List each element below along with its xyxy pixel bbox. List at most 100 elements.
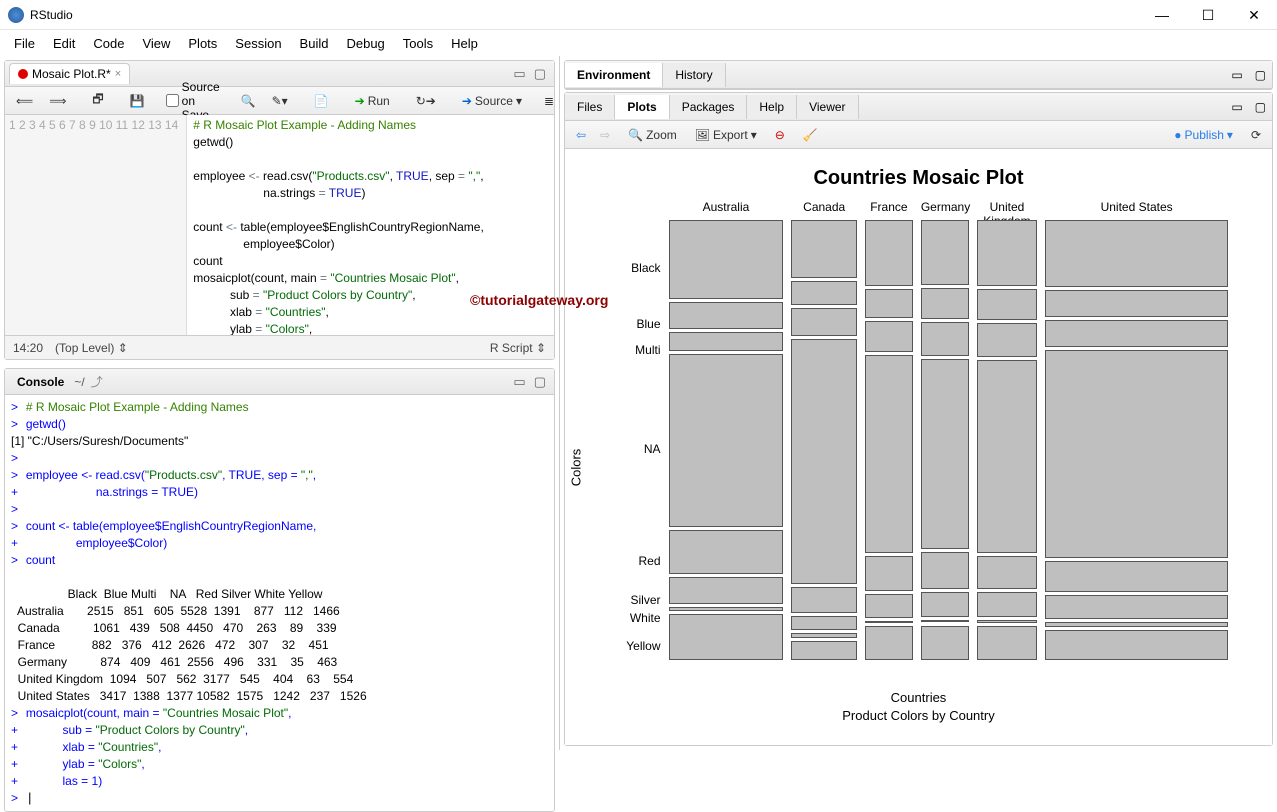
mosaic-cell <box>791 308 857 336</box>
menu-code[interactable]: Code <box>85 33 132 54</box>
environment-pane: EnvironmentHistory ▭ ▢ <box>564 60 1273 90</box>
outline-button[interactable]: ≣ <box>539 91 559 111</box>
mosaic-cell <box>669 614 784 660</box>
mosaic-cell <box>669 577 784 605</box>
console-popout-icon[interactable]: ⤴ <box>87 369 107 394</box>
mosaic-cell <box>865 594 913 617</box>
mosaic-cell <box>1045 220 1229 287</box>
menu-plots[interactable]: Plots <box>180 33 225 54</box>
mosaic-cell <box>921 359 969 549</box>
compile-report-button[interactable]: 📄 <box>309 91 334 111</box>
r-file-icon <box>18 69 28 79</box>
tab-history[interactable]: History <box>663 63 725 87</box>
mosaic-cell <box>977 626 1036 660</box>
mosaic-cell <box>977 556 1036 589</box>
mosaic-cell <box>669 530 784 574</box>
maximize-button[interactable]: ☐ <box>1185 0 1231 30</box>
minimize-button[interactable]: — <box>1139 0 1185 30</box>
tab-environment[interactable]: Environment <box>565 63 663 87</box>
close-tab-icon[interactable]: × <box>115 68 121 80</box>
tab-plots[interactable]: Plots <box>615 95 669 119</box>
run-button[interactable]: ➔Run <box>350 91 395 111</box>
mosaic-cell <box>865 321 913 352</box>
console-output[interactable]: > # R Mosaic Plot Example - Adding Names… <box>5 395 554 811</box>
mosaic-cell <box>977 592 1036 617</box>
show-in-new-window-button[interactable]: 🗗 <box>87 87 108 114</box>
mosaic-cell <box>1045 595 1229 619</box>
tab-help[interactable]: Help <box>747 95 797 119</box>
export-button[interactable]: 🖼 Export ▾ <box>690 125 762 145</box>
pane-collapse-icon[interactable]: ▭ <box>509 372 529 392</box>
source-tab[interactable]: Mosaic Plot.R* × <box>9 63 130 84</box>
mosaic-cell <box>977 323 1036 357</box>
rerun-button[interactable]: ↻➔ <box>411 91 441 111</box>
row-label: Silver <box>630 593 660 607</box>
scope-indicator[interactable]: (Top Level) ⇕ <box>55 341 128 355</box>
mosaic-cell <box>865 626 913 660</box>
pane-collapse-icon[interactable]: ▭ <box>509 64 529 84</box>
col-label: Australia <box>669 200 784 214</box>
console-pane: Console ~/ ⤴ ▭ ▢ > # R Mosaic Plot Examp… <box>4 368 555 812</box>
plot-xlabel: Countries <box>599 690 1239 705</box>
mosaic-cell <box>669 332 784 351</box>
mosaic-cell <box>669 220 784 299</box>
mosaic-cell <box>1045 320 1229 347</box>
menu-session[interactable]: Session <box>227 33 289 54</box>
pane-maximize-icon[interactable]: ▢ <box>1249 64 1272 86</box>
zoom-button[interactable]: 🔍 Zoom <box>623 125 682 145</box>
pane-maximize-icon[interactable]: ▢ <box>530 64 550 84</box>
app-logo-icon <box>8 7 24 23</box>
source-pane: Mosaic Plot.R* × ▭ ▢ ⟸ ⟹ 🗗 💾 Source on S… <box>4 60 555 360</box>
menu-file[interactable]: File <box>6 33 43 54</box>
plot-prev-button[interactable]: ⇦ <box>571 125 591 145</box>
remove-plot-button[interactable]: ⊖ <box>770 125 790 145</box>
menu-debug[interactable]: Debug <box>338 33 392 54</box>
mosaic-cell <box>865 556 913 592</box>
mosaic-cell <box>977 220 1036 286</box>
plot-ylabel: Colors <box>568 449 583 487</box>
mosaic-cell <box>921 220 969 285</box>
back-button[interactable]: ⟸ <box>11 91 38 111</box>
mosaic-cell <box>791 633 857 638</box>
col-label: Germany <box>921 200 969 214</box>
mosaic-cell <box>865 621 913 623</box>
menu-help[interactable]: Help <box>443 33 486 54</box>
mosaic-cell <box>791 220 857 278</box>
pane-maximize-icon[interactable]: ▢ <box>1249 96 1272 118</box>
cursor-position: 14:20 <box>13 341 43 355</box>
source-button[interactable]: ➔Source ▾ <box>457 91 527 111</box>
mosaic-cell <box>669 302 784 329</box>
watermark: ©tutorialgateway.org <box>470 292 608 308</box>
mosaic-cell <box>921 322 969 356</box>
tab-packages[interactable]: Packages <box>670 95 748 119</box>
pane-collapse-icon[interactable]: ▭ <box>1225 64 1248 86</box>
refresh-plot-button[interactable]: ⟳ <box>1246 125 1266 145</box>
row-label: Blue <box>636 317 660 331</box>
find-button[interactable]: 🔍 <box>236 91 261 111</box>
mosaic-cell <box>865 289 913 317</box>
mosaic-cell <box>865 355 913 553</box>
tab-viewer[interactable]: Viewer <box>797 95 858 119</box>
wand-button[interactable]: ✎▾ <box>267 91 293 111</box>
mosaic-cell <box>669 354 784 528</box>
row-label: Multi <box>635 343 660 357</box>
plot-subtitle: Product Colors by Country <box>599 708 1239 723</box>
row-label: NA <box>644 442 661 456</box>
close-button[interactable]: ✕ <box>1231 0 1277 30</box>
pane-maximize-icon[interactable]: ▢ <box>530 372 550 392</box>
menu-edit[interactable]: Edit <box>45 33 83 54</box>
col-label: Canada <box>791 200 857 214</box>
save-button[interactable]: 💾 <box>125 91 150 111</box>
tab-files[interactable]: Files <box>565 95 615 119</box>
language-indicator[interactable]: R Script ⇕ <box>490 341 546 355</box>
forward-button[interactable]: ⟹ <box>44 91 71 111</box>
mosaic-cell <box>791 587 857 613</box>
menu-view[interactable]: View <box>134 33 178 54</box>
clear-plots-button[interactable]: 🧹 <box>798 125 823 145</box>
mosaic-cell <box>791 616 857 630</box>
pane-collapse-icon[interactable]: ▭ <box>1225 96 1248 118</box>
menu-tools[interactable]: Tools <box>395 33 441 54</box>
publish-button[interactable]: ● Publish ▾ <box>1169 125 1238 145</box>
plot-next-button[interactable]: ⇨ <box>595 125 615 145</box>
menu-build[interactable]: Build <box>292 33 337 54</box>
